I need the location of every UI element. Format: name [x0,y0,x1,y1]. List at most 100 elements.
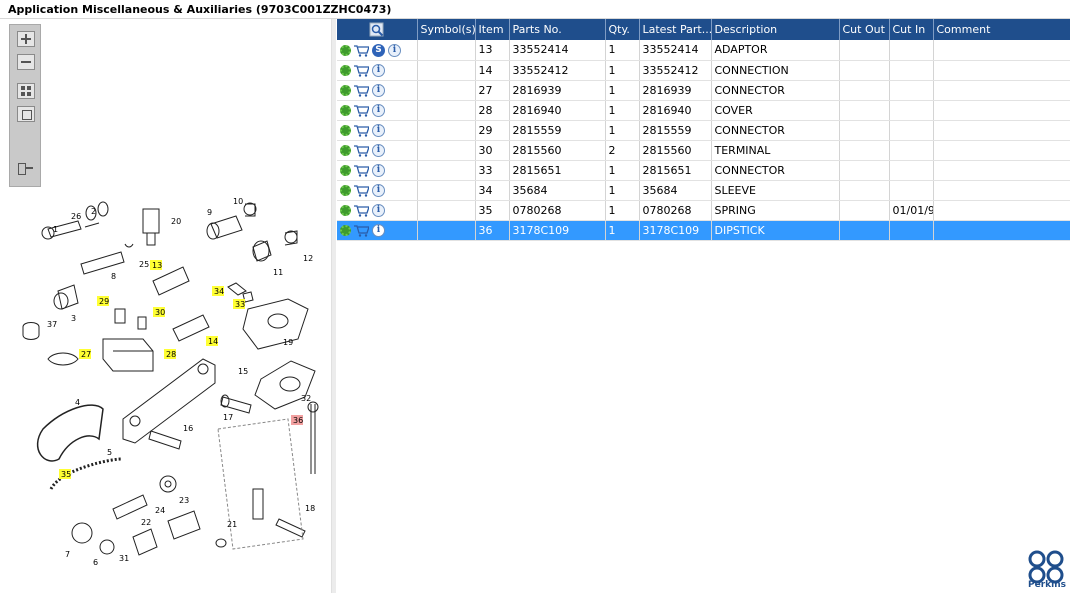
settings-gear-icon[interactable] [340,184,351,196]
svg-text:7: 7 [65,550,70,559]
info-icon[interactable]: i [372,143,385,157]
info-icon[interactable]: i [372,163,385,177]
row-actions: i [337,120,418,141]
settings-gear-icon[interactable] [340,224,351,236]
info-icon[interactable]: i [372,103,385,117]
settings-gear-icon[interactable] [340,64,351,76]
zoom-in-icon[interactable] [17,31,35,47]
cell-qty: 1 [605,40,640,61]
settings-gear-icon[interactable] [340,124,351,136]
table-row[interactable]: i 29 2815559 1 2815559 CONNECTOR [337,120,1070,141]
settings-gear-icon[interactable] [340,104,351,116]
cell-cut-out [839,60,890,81]
settings-gear-icon[interactable] [340,204,351,216]
shopping-cart-icon[interactable] [354,65,370,77]
table-row[interactable]: i 14 33552412 1 33552412 CONNECTION [337,60,1070,81]
cell-latest-part: 2815560 [639,140,712,161]
settings-gear-icon[interactable] [340,84,351,96]
column-qty[interactable]: Qty. [605,19,640,40]
table-row[interactable]: Si 13 33552414 1 33552414 ADAPTOR [337,40,1070,61]
cell-comment [933,40,1070,61]
row-actions: i [337,80,418,101]
shopping-cart-icon[interactable] [354,44,370,57]
pane-splitter[interactable] [332,19,336,593]
illustration-pane[interactable]: 1 26 2 20 9 10 12 11 25 8 3 37 19 4 15 32 17 16 5 23 22… [3,19,332,593]
search-filter-icon[interactable] [369,22,385,38]
table-row[interactable]: i 27 2816939 1 2816939 CONNECTOR [337,80,1070,101]
cell-item: 28 [475,100,510,121]
settings-gear-icon[interactable] [340,44,351,56]
column-filter-header[interactable] [337,19,418,40]
cell-cut-out [839,120,890,141]
shopping-cart-icon[interactable] [354,125,370,137]
cell-qty: 1 [605,160,640,181]
column-latest-part[interactable]: Latest Part... [639,19,712,40]
cell-comment [933,140,1070,161]
cell-description: COVER [711,100,840,121]
column-cut-out[interactable]: Cut Out [839,19,890,40]
table-row[interactable]: i 36 3178C109 1 3178C109 DIPSTICK [337,220,1070,241]
fit-page-icon[interactable] [17,83,35,99]
cell-cut-in [889,140,934,161]
svg-text:37: 37 [47,320,57,329]
info-icon[interactable]: i [388,43,401,57]
cell-parts-no: 2815651 [509,160,606,181]
shopping-cart-icon[interactable] [354,185,370,197]
column-parts-no[interactable]: Parts No. [509,19,606,40]
window-title: Application Miscellaneous & Auxiliaries … [8,3,392,16]
cell-description: SPRING [711,200,840,221]
settings-gear-icon[interactable] [340,164,351,176]
column-comment[interactable]: Comment [933,19,1070,40]
table-row[interactable]: i 28 2816940 1 2816940 COVER [337,100,1070,121]
svg-text:29: 29 [99,297,109,306]
exploded-parts-diagram[interactable]: 126220 9101211 258337 1941532 1716523 22… [3,169,332,579]
column-symbols[interactable]: Symbol(s) [417,19,476,40]
table-row[interactable]: i35078026810780268SPRING01/01/93 [337,200,1070,221]
cell-comment [933,180,1070,201]
cell-cut-in: 01/01/93 [889,200,934,221]
cell-parts-no: 2815560 [509,140,606,161]
info-icon[interactable]: i [372,63,385,77]
row-actions: i [337,100,418,121]
table-row[interactable]: i 33 2815651 1 2815651 CONNECTOR [337,160,1070,181]
shopping-cart-icon[interactable] [354,165,370,177]
shopping-cart-icon[interactable] [354,105,370,117]
svg-text:15: 15 [238,367,248,376]
cell-latest-part: 33552414 [639,40,712,61]
window-title-bar: Application Miscellaneous & Auxiliaries … [0,0,1070,19]
shopping-cart-icon[interactable] [354,225,370,237]
cell-cut-out [839,220,890,241]
svg-text:19: 19 [283,338,293,347]
cell-latest-part: 2816939 [639,80,712,101]
table-row[interactable]: i 30 2815560 2 2815560 TERMINAL [337,140,1070,161]
column-description[interactable]: Description [711,19,840,40]
cell-description: DIPSTICK [711,220,840,241]
cell-parts-no: 35684 [509,180,606,201]
shopping-cart-icon[interactable] [354,145,370,157]
svg-text:21: 21 [227,520,237,529]
cell-latest-part: 0780268 [639,200,712,221]
cell-item: 30 [475,140,510,161]
actual-size-icon[interactable] [17,106,35,122]
cell-latest-part: 2815651 [639,160,712,181]
svg-text:23: 23 [179,496,189,505]
cell-cut-in [889,220,934,241]
cell-cut-out [839,80,890,101]
shopping-cart-icon[interactable] [354,205,370,217]
column-cut-in[interactable]: Cut In [889,19,934,40]
info-icon[interactable]: i [372,183,385,197]
shopping-cart-icon[interactable] [354,85,370,97]
column-item[interactable]: Item [475,19,510,40]
svg-text:13: 13 [152,261,162,270]
table-row[interactable]: i 34 35684 1 35684 SLEEVE [337,180,1070,201]
info-icon[interactable]: i [372,123,385,137]
zoom-out-icon[interactable] [17,54,35,70]
cell-item: 29 [475,120,510,141]
substitution-icon[interactable]: S [372,43,385,57]
cell-cut-out [839,200,890,221]
cell-comment [933,100,1070,121]
info-icon[interactable]: i [372,203,385,217]
info-icon[interactable]: i [372,83,385,97]
settings-gear-icon[interactable] [340,144,351,156]
info-icon[interactable]: i [372,223,385,237]
